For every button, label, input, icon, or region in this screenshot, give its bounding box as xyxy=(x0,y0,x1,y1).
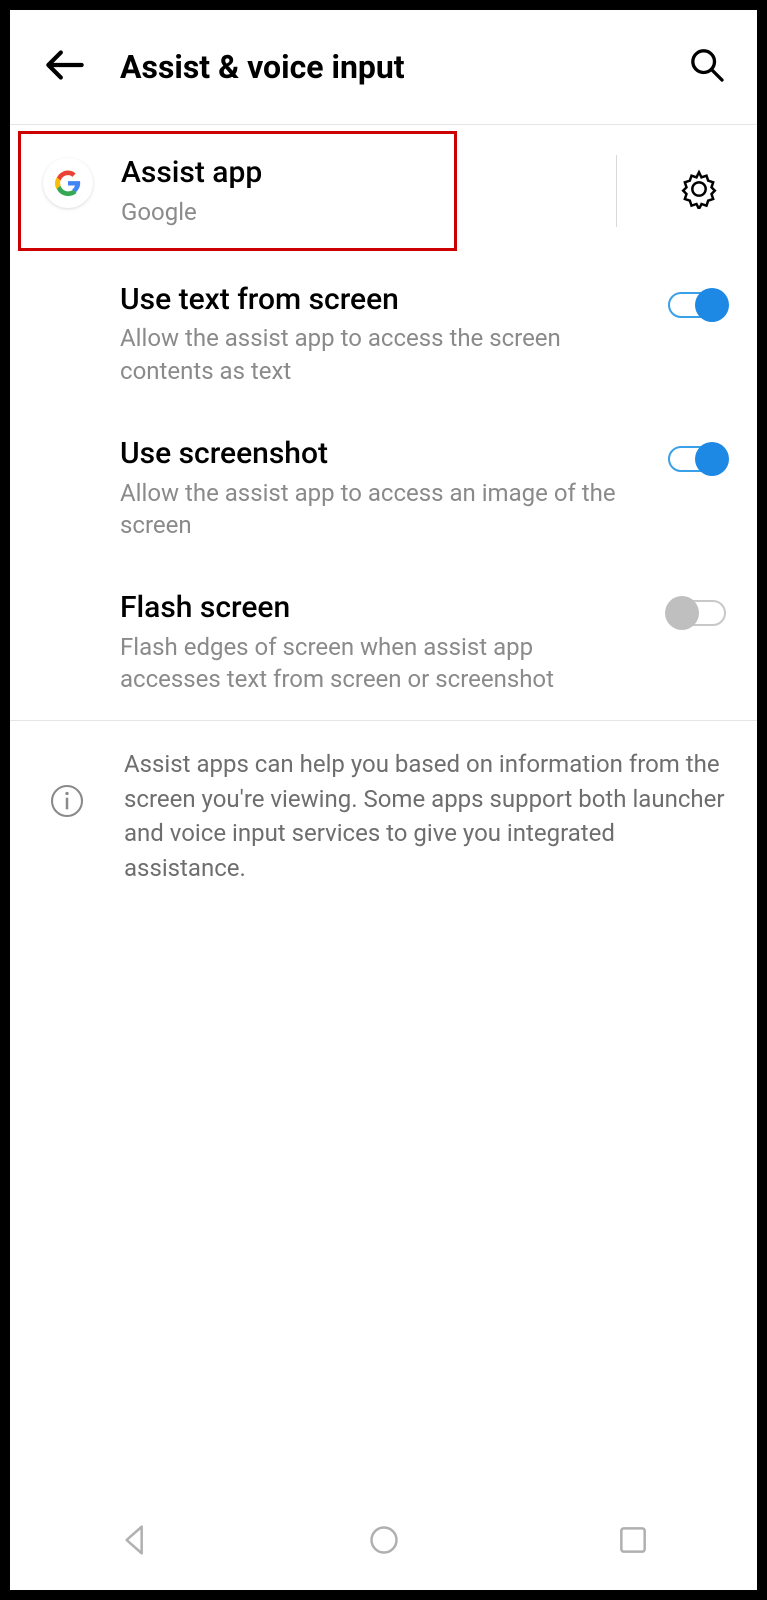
nav-bar xyxy=(10,1494,757,1590)
assist-app-row-wrap: Assist app Google xyxy=(10,125,757,257)
search-icon[interactable] xyxy=(687,45,727,89)
use-text-row[interactable]: Use text from screen Allow the assist ap… xyxy=(10,257,757,411)
page-title: Assist & voice input xyxy=(120,48,657,86)
assist-app-subtitle: Google xyxy=(121,196,436,228)
gear-icon xyxy=(679,169,719,209)
nav-recent-button[interactable] xyxy=(613,1520,653,1564)
nav-home-button[interactable] xyxy=(364,1520,404,1564)
flash-screen-row[interactable]: Flash screen Flash edges of screen when … xyxy=(10,565,757,719)
info-row: Assist apps can help you based on inform… xyxy=(10,721,757,912)
use-screenshot-title: Use screenshot xyxy=(120,435,633,473)
use-text-toggle[interactable] xyxy=(665,287,729,323)
flash-screen-subtitle: Flash edges of screen when assist app ac… xyxy=(120,631,633,696)
google-icon xyxy=(43,158,93,208)
flash-screen-toggle[interactable] xyxy=(665,595,729,631)
app-header: Assist & voice input xyxy=(10,10,757,124)
info-text: Assist apps can help you based on inform… xyxy=(124,747,729,886)
use-text-title: Use text from screen xyxy=(120,281,633,319)
assist-app-row[interactable]: Assist app Google xyxy=(18,131,457,251)
settings-list: Assist app Google Use text from screen A… xyxy=(10,124,757,912)
assist-app-settings-button[interactable] xyxy=(679,169,719,213)
use-screenshot-row[interactable]: Use screenshot Allow the assist app to a… xyxy=(10,411,757,565)
info-icon xyxy=(38,747,96,821)
back-icon[interactable] xyxy=(40,40,90,94)
assist-app-title: Assist app xyxy=(121,154,436,192)
assist-app-icon xyxy=(39,154,97,208)
assist-divider xyxy=(616,155,617,227)
use-text-subtitle: Allow the assist app to access the scree… xyxy=(120,322,633,387)
use-screenshot-subtitle: Allow the assist app to access an image … xyxy=(120,477,633,542)
use-screenshot-toggle[interactable] xyxy=(665,441,729,477)
nav-back-button[interactable] xyxy=(115,1520,155,1564)
flash-screen-title: Flash screen xyxy=(120,589,633,627)
